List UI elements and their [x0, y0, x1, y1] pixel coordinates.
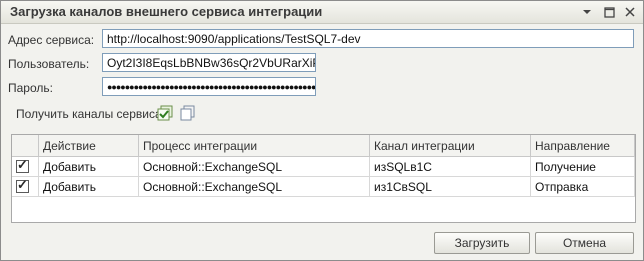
checkbox-checked-icon[interactable]: [16, 157, 29, 173]
close-icon[interactable]: [622, 4, 638, 20]
address-label: Адрес сервиса:: [8, 33, 95, 47]
column-header-action[interactable]: Действие: [38, 135, 139, 157]
cell-channel: из1СвSQL: [369, 176, 531, 197]
column-header-process[interactable]: Процесс интеграции: [138, 135, 370, 157]
check-all-icon[interactable]: [157, 104, 175, 122]
column-header-channel[interactable]: Канал интеграции: [369, 135, 531, 157]
get-channels-link[interactable]: Получить каналы сервиса: [16, 107, 162, 121]
cell-action: Добавить: [38, 176, 139, 197]
title-bar: Загрузка каналов внешнего сервиса интегр…: [1, 1, 643, 24]
cancel-button[interactable]: Отмена: [535, 232, 634, 254]
table-header-row: Действие Процесс интеграции Канал интегр…: [12, 135, 635, 157]
cell-action: Добавить: [38, 156, 139, 177]
table-row[interactable]: Добавить Основной::ExchangeSQL из1СвSQL …: [12, 176, 635, 197]
window-title: Загрузка каналов внешнего сервиса интегр…: [10, 4, 323, 19]
table-row[interactable]: Добавить Основной::ExchangeSQL изSQLв1С …: [12, 156, 635, 177]
maximize-icon[interactable]: [601, 4, 617, 20]
user-label: Пользователь:: [8, 57, 90, 71]
row-checkbox[interactable]: [12, 176, 39, 197]
dropdown-menu-icon[interactable]: [579, 4, 595, 20]
copy-icon[interactable]: [179, 104, 197, 122]
cell-channel: изSQLв1С: [369, 156, 531, 177]
row-checkbox[interactable]: [12, 156, 39, 177]
checkbox-checked-icon[interactable]: [16, 177, 29, 193]
cell-direction: Отправка: [530, 176, 635, 197]
column-header-check[interactable]: [12, 135, 39, 157]
cell-process: Основной::ExchangeSQL: [138, 176, 370, 197]
user-input[interactable]: Oyt2I3I8EqsLbBNBw36sQr2VbURarXiPJPTi: [102, 53, 316, 72]
password-label: Пароль:: [8, 81, 53, 95]
password-input[interactable]: ●●●●●●●●●●●●●●●●●●●●●●●●●●●●●●●●●●●●●●●●…: [102, 77, 316, 96]
load-button[interactable]: Загрузить: [434, 232, 530, 254]
cell-process: Основной::ExchangeSQL: [138, 156, 370, 177]
column-header-direction[interactable]: Направление: [530, 135, 635, 157]
cell-direction: Получение: [530, 156, 635, 177]
address-input[interactable]: http://localhost:9090/applications/TestS…: [102, 29, 634, 48]
dialog-window: Загрузка каналов внешнего сервиса интегр…: [0, 0, 644, 261]
channels-table: Действие Процесс интеграции Канал интегр…: [11, 134, 636, 223]
